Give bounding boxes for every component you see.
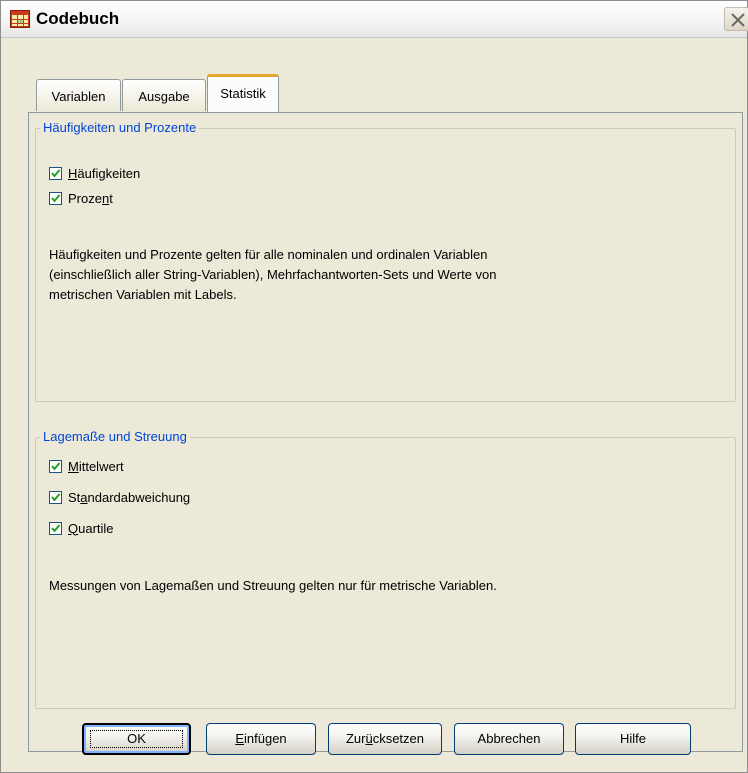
- tab-output[interactable]: Ausgabe: [122, 79, 206, 111]
- percentages-checkbox-row[interactable]: Prozent: [49, 189, 113, 207]
- ok-button[interactable]: OK: [82, 723, 191, 755]
- std-deviation-label: Standardabweichung: [68, 489, 191, 505]
- frequencies-checkbox-row[interactable]: Häufigkeiten: [49, 164, 140, 182]
- mean-label: Mittelwert: [68, 458, 124, 474]
- tab-variables[interactable]: Variablen: [36, 79, 121, 111]
- focus-rectangle: [90, 730, 183, 748]
- frequencies-checkbox[interactable]: [49, 166, 62, 180]
- std-deviation-checkbox[interactable]: [49, 490, 62, 504]
- cancel-button[interactable]: Abbrechen: [454, 723, 564, 755]
- frequencies-label: Häufigkeiten: [68, 165, 141, 181]
- percentages-label: Prozent: [68, 190, 113, 206]
- frequencies-description-line-1: Häufigkeiten und Prozente gelten für all…: [49, 247, 488, 262]
- paste-button[interactable]: Einfügen: [206, 723, 316, 755]
- mean-checkbox-row[interactable]: Mittelwert: [49, 457, 124, 475]
- frequencies-percentages-group: Häufigkeiten und Prozente Häufigkeiten P…: [35, 120, 736, 402]
- frequencies-group-legend: Häufigkeiten und Prozente: [40, 120, 200, 135]
- title-bar[interactable]: Codebuch: [1, 1, 748, 38]
- quartiles-checkbox[interactable]: [49, 521, 62, 535]
- quartiles-checkbox-row[interactable]: Quartile: [49, 519, 114, 537]
- close-icon: [731, 13, 745, 27]
- location-dispersion-group: Lagemaße und Streuung Mittelwert Standar…: [35, 429, 736, 709]
- frequencies-description: Häufigkeiten und Prozente gelten für all…: [49, 245, 497, 305]
- checkmark-icon: [51, 523, 61, 533]
- quartiles-label: Quartile: [68, 520, 114, 536]
- help-button[interactable]: Hilfe: [575, 723, 691, 755]
- location-description: Messungen von Lagemaßen und Streuung gel…: [49, 578, 497, 593]
- checkmark-icon: [51, 193, 61, 203]
- checkmark-icon: [51, 492, 61, 502]
- percentages-checkbox[interactable]: [49, 191, 62, 205]
- checkmark-icon: [51, 461, 61, 471]
- window-title: Codebuch: [36, 9, 120, 28]
- spreadsheet-app-icon: [10, 10, 30, 28]
- checkmark-icon: [51, 168, 61, 178]
- codebook-dialog: Codebuch Variablen Ausgabe Statistik Häu…: [0, 0, 748, 773]
- std-deviation-checkbox-row[interactable]: Standardabweichung: [49, 488, 190, 506]
- frequencies-description-line-3: metrischen Variablen mit Labels.: [49, 287, 237, 302]
- tab-statistics[interactable]: Statistik: [207, 74, 279, 112]
- reset-button[interactable]: Zurücksetzen: [328, 723, 442, 755]
- mean-checkbox[interactable]: [49, 459, 62, 473]
- close-button[interactable]: [724, 7, 748, 31]
- location-group-legend: Lagemaße und Streuung: [40, 429, 190, 444]
- frequencies-description-line-2: (einschließlich aller String-Variablen),…: [49, 267, 497, 282]
- tab-panel-statistics: Häufigkeiten und Prozente Häufigkeiten P…: [28, 112, 743, 755]
